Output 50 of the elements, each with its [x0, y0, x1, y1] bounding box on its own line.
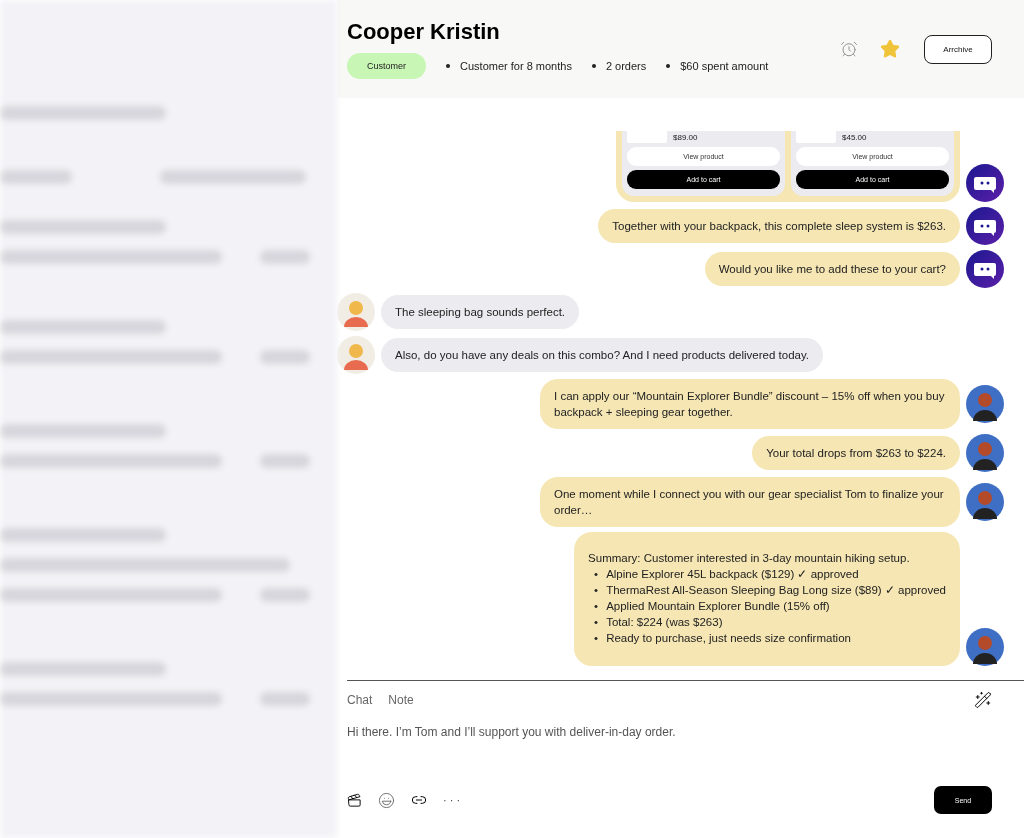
- product-price: $89.00: [673, 133, 698, 143]
- summary-text: Summary: Customer interested in 3-day mountain hiking setup.: [588, 552, 910, 564]
- user-avatar-icon: [966, 434, 1004, 472]
- bullet-mark: •: [594, 615, 599, 630]
- skeleton-bar: [260, 692, 310, 706]
- message-bubble: Together with your backpack, this complete sleep system is $263.: [598, 209, 960, 243]
- skeleton-bar: [260, 350, 310, 364]
- bullet-mark: •: [594, 567, 599, 582]
- bot-avatar-icon: [966, 164, 1004, 202]
- alarm-clock-icon[interactable]: [840, 40, 858, 58]
- product-price: $45.00: [842, 133, 867, 143]
- bot-avatar-icon: [966, 207, 1004, 245]
- star-icon[interactable]: [880, 39, 900, 59]
- skeleton-bar: [0, 170, 72, 184]
- message-bubble: Also, do you have any deals on this combo? And I need products delivered today.: [381, 338, 824, 372]
- message-bubble: One moment while I connect you with our gear specialist Tom to finalize your order…: [540, 477, 960, 527]
- video-icon[interactable]: [347, 792, 362, 808]
- composer-tab[interactable]: Chat: [347, 693, 373, 707]
- user-avatar-icon: [966, 628, 1004, 666]
- bot-avatar-icon: [966, 250, 1004, 288]
- summary-item: Applied Mountain Explorer Bundle (15% off): [606, 599, 830, 614]
- user-avatar-icon: [966, 483, 1004, 521]
- customer-name: Cooper Kristin: [347, 19, 501, 45]
- bullet-mark: •: [594, 583, 599, 598]
- message-bubble: Your total drops from $263 to $224.: [752, 436, 960, 470]
- skeleton-bar: [260, 454, 310, 468]
- magic-wand-icon[interactable]: [974, 691, 992, 709]
- composer-tab[interactable]: Note: [388, 693, 414, 707]
- user-avatar-icon: [966, 385, 1004, 423]
- more-button[interactable]: · · ·: [443, 794, 461, 806]
- skeleton-bar: [260, 250, 310, 264]
- customer-fact: 2 orders: [591, 60, 647, 72]
- skeleton-bar: [260, 588, 310, 602]
- customer-tag: Customer: [347, 53, 426, 79]
- message-bubble: Would you like me to add these to your cart?: [704, 252, 960, 286]
- emoji-icon[interactable]: [378, 791, 395, 809]
- message-bubble: I can apply our “Mountain Explorer Bundle” discount – 15% off when you buy backpack + sleeping gear together.: [540, 379, 960, 429]
- summary-item: Total: $224 (was $263): [606, 615, 723, 630]
- message-input[interactable]: Hi there. I’m Tom and I’ll support you with deliver-in-day order.: [347, 725, 992, 739]
- user-avatar-icon: [337, 336, 375, 374]
- customer-fact: Customer for 8 months: [446, 60, 572, 72]
- summary-item: ThermaRest All-Season Sleeping Bag Long size ($89) ✓ approved: [606, 583, 946, 598]
- summary-item: Ready to purchase, just needs size confirmation: [606, 631, 851, 646]
- customer-fact: $60 spent amount: [666, 60, 769, 72]
- message-bubble: The sleeping bag sounds perfect.: [381, 295, 580, 329]
- user-avatar-icon: [337, 293, 375, 331]
- summary-item: Alpine Explorer 45L backpack ($129) ✓ approved: [606, 567, 859, 582]
- bullet-mark: •: [594, 631, 599, 646]
- archive-button[interactable]: Arrchive: [924, 34, 992, 64]
- bullet-mark: •: [594, 599, 599, 614]
